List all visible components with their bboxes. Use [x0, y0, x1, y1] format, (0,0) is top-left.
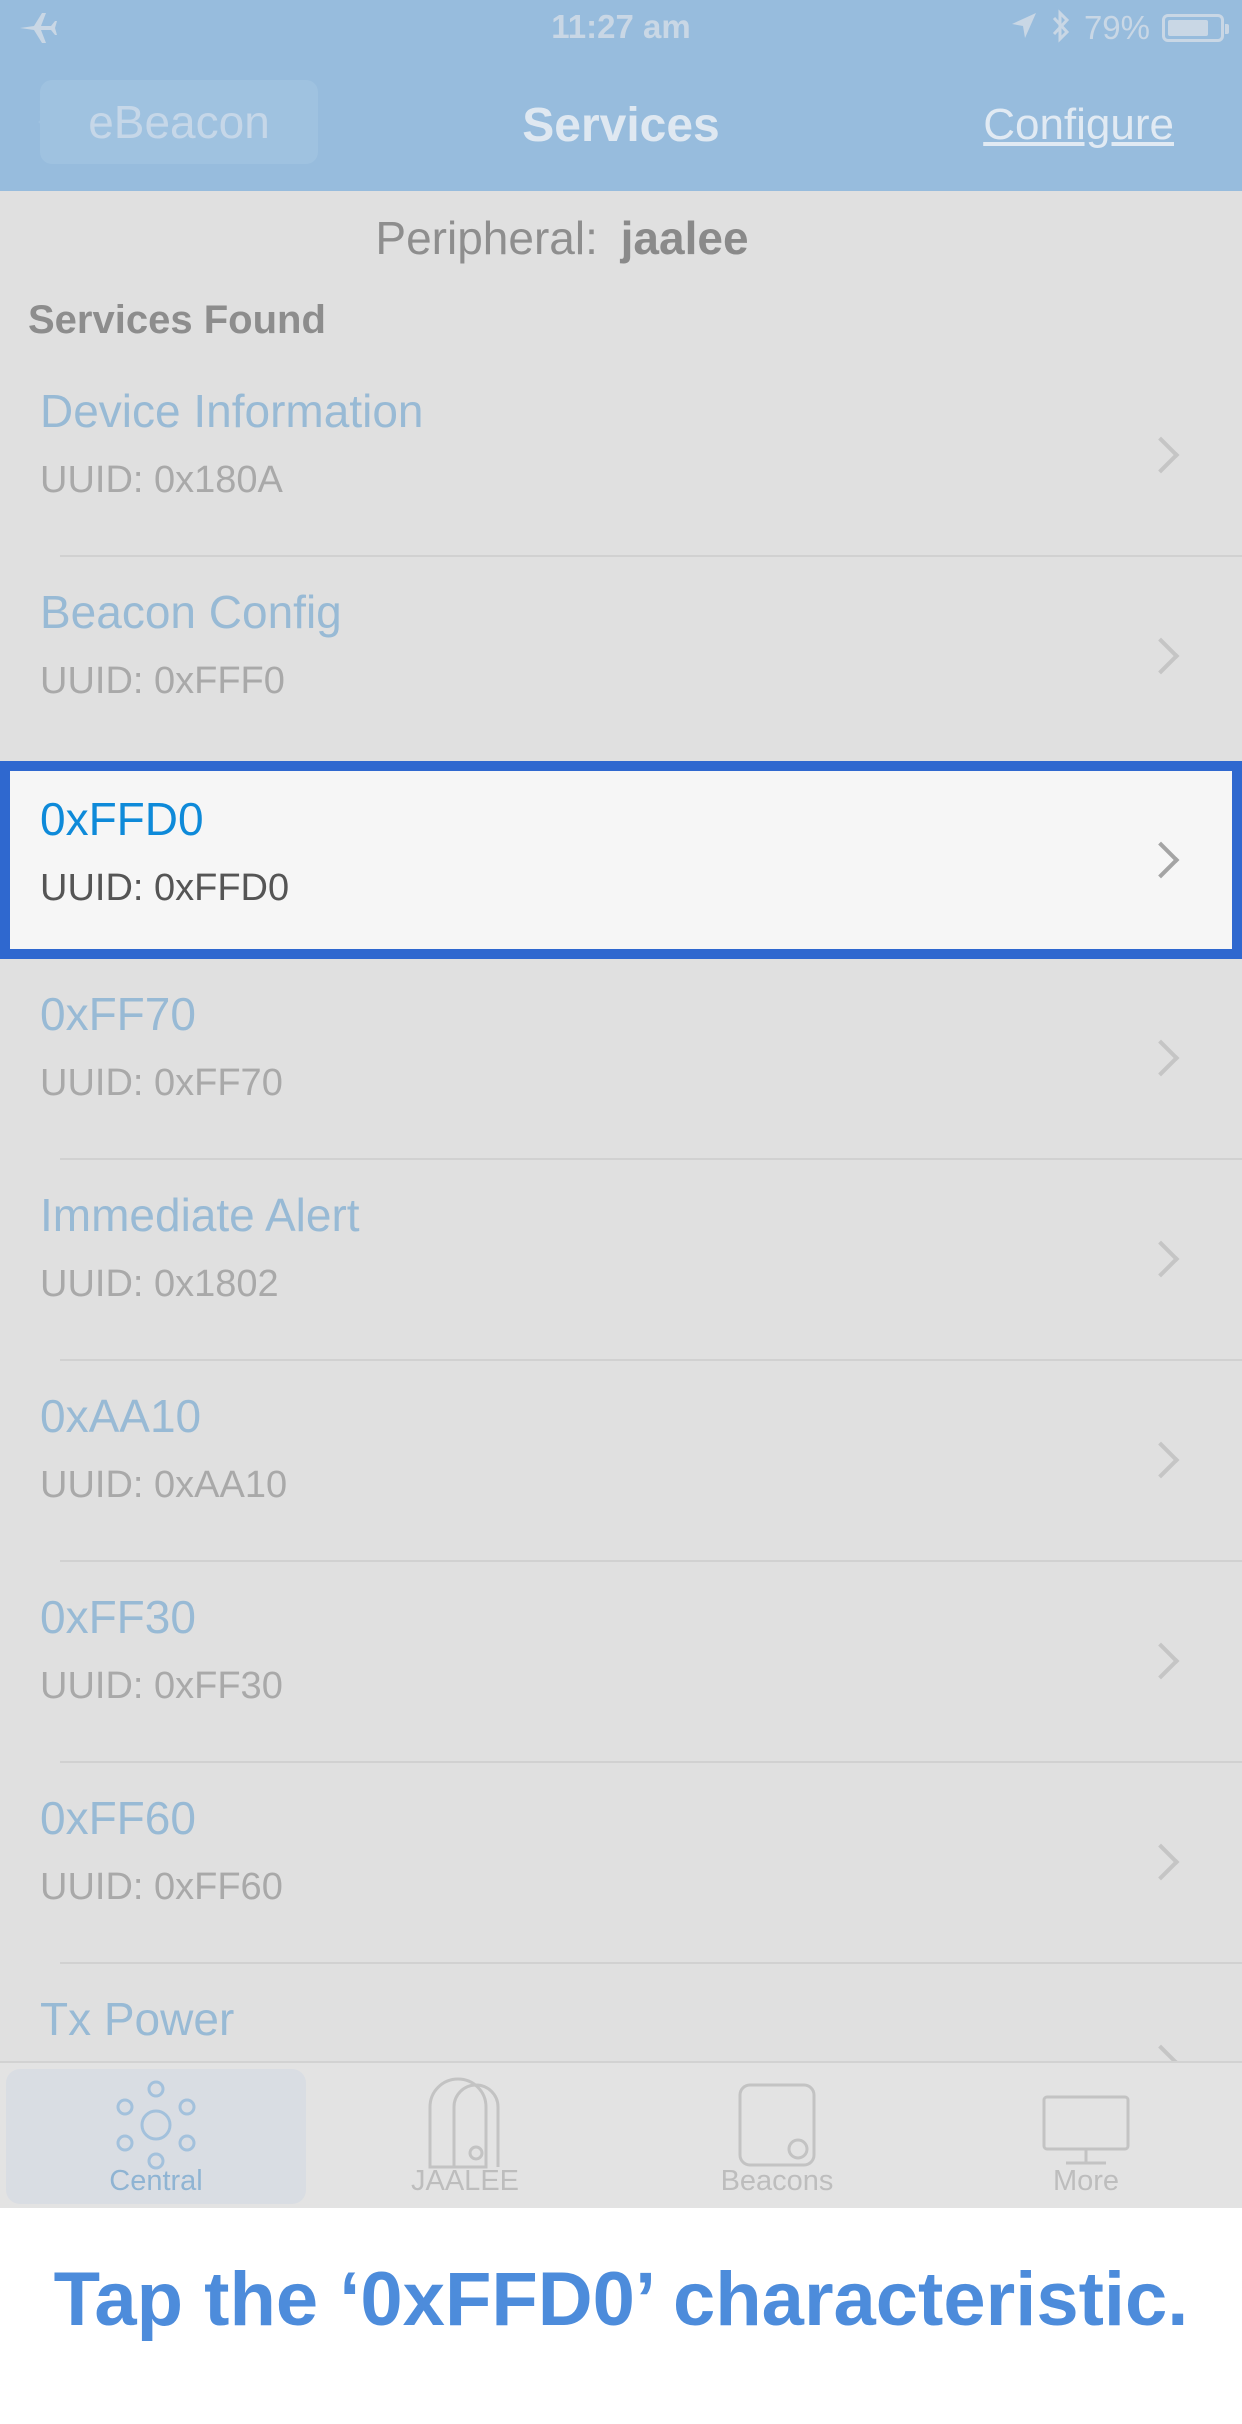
service-row-0xffd0[interactable]: 0xFFD0 UUID: 0xFFD0	[0, 761, 1242, 959]
service-name: 0xFF70	[40, 988, 196, 1040]
tab-label: Beacons	[720, 2165, 834, 2197]
peripheral-name: jaalee	[620, 212, 749, 264]
service-row-0xff70[interactable]: 0xFF70 UUID: 0xFF70	[0, 959, 1242, 1160]
configure-button[interactable]: Configure	[983, 100, 1174, 150]
chevron-right-icon	[1142, 841, 1180, 879]
service-uuid: UUID: 0x1802	[40, 1263, 279, 1305]
chevron-right-icon	[1142, 1642, 1180, 1680]
service-uuid: UUID: 0xFF60	[40, 1866, 283, 1908]
tab-beacons[interactable]: Beacons	[627, 2069, 927, 2204]
battery-percent: 79%	[1083, 9, 1150, 46]
service-uuid: UUID: 0xFF70	[40, 1062, 283, 1104]
service-uuid: UUID: 0xFFF0	[40, 660, 285, 702]
tab-bar: Central JAALEE Beacons More	[0, 2061, 1242, 2208]
service-name: 0xFFD0	[40, 793, 204, 845]
service-name: 0xAA10	[40, 1390, 202, 1442]
service-row-0xff60[interactable]: 0xFF60 UUID: 0xFF60	[0, 1763, 1242, 1964]
section-header: Services Found	[28, 298, 326, 342]
service-row-beacon-config[interactable]: Beacon Config UUID: 0xFFF0	[0, 557, 1242, 758]
beacons-icon	[738, 2083, 816, 2167]
service-name: Device Information	[40, 385, 424, 437]
tab-jaalee[interactable]: JAALEE	[315, 2069, 615, 2204]
chevron-right-icon	[1142, 1240, 1180, 1278]
peripheral-label: Peripheral:	[375, 212, 598, 264]
jaalee-icon	[428, 2077, 500, 2169]
bluetooth-icon	[1050, 8, 1072, 49]
tab-more[interactable]: More	[936, 2069, 1236, 2204]
chevron-right-icon	[1142, 637, 1180, 675]
service-uuid: UUID: 0x180A	[40, 459, 283, 501]
service-name: Tx Power	[40, 1993, 235, 2045]
instruction-caption: Tap the ‘0xFFD0’ characteristic.	[0, 2208, 1242, 2424]
tab-central[interactable]: Central	[6, 2069, 306, 2204]
status-bar: 11:27 am 79%	[0, 0, 1242, 58]
tab-label: More	[1052, 2165, 1120, 2197]
peripheral-line: Peripheral: jaalee	[0, 211, 1124, 265]
service-name: 0xFF60	[40, 1792, 196, 1844]
service-uuid: UUID: 0xFFD0	[40, 867, 290, 909]
monitor-icon	[1042, 2095, 1130, 2165]
service-row-tx-power[interactable]: Tx Power	[0, 1964, 1242, 2061]
central-icon	[116, 2080, 196, 2170]
caption-text: Tap the ‘0xFFD0’ characteristic.	[53, 2257, 1189, 2342]
service-row-immediate-alert[interactable]: Immediate Alert UUID: 0x1802	[0, 1160, 1242, 1361]
service-uuid: UUID: 0xFF30	[40, 1665, 283, 1707]
service-uuid: UUID: 0xAA10	[40, 1464, 288, 1506]
service-row-device-information[interactable]: Device Information UUID: 0x180A	[0, 356, 1242, 557]
service-row-0xff30[interactable]: 0xFF30 UUID: 0xFF30	[0, 1562, 1242, 1763]
navigation-bar: eBeacon Services Configure	[0, 58, 1242, 191]
chevron-right-icon	[1142, 2044, 1180, 2061]
service-row-0xaa10[interactable]: 0xAA10 UUID: 0xAA10	[0, 1361, 1242, 1562]
service-name: Immediate Alert	[40, 1189, 360, 1241]
tab-label: JAALEE	[411, 2165, 519, 2197]
services-list-view[interactable]: Peripheral: jaalee Services Found Device…	[0, 191, 1242, 2061]
chevron-right-icon	[1142, 1441, 1180, 1479]
location-arrow-icon	[1010, 11, 1038, 46]
chevron-right-icon	[1142, 436, 1180, 474]
chevron-right-icon	[1142, 1843, 1180, 1881]
service-name: 0xFF30	[40, 1591, 196, 1643]
service-name: Beacon Config	[40, 586, 342, 638]
tab-label: Central	[109, 2165, 203, 2197]
battery-icon	[1162, 14, 1229, 42]
chevron-right-icon	[1142, 1039, 1180, 1077]
